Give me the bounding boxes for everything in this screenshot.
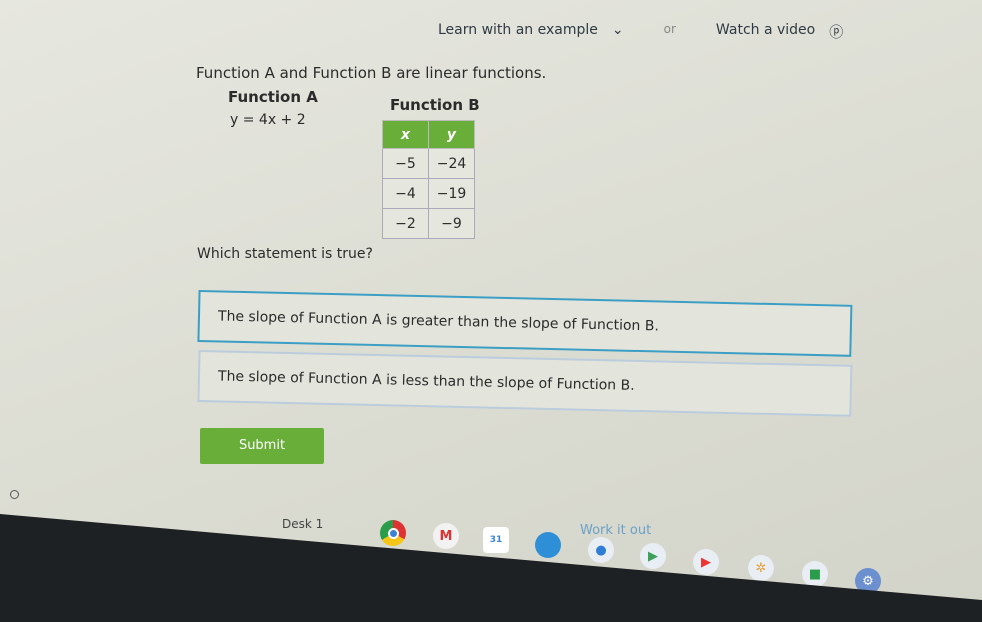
gmail-icon[interactable]: M xyxy=(433,523,459,549)
header-x: x xyxy=(382,120,429,149)
table-row: −2 −9 xyxy=(382,208,475,239)
files-icon[interactable] xyxy=(535,532,561,558)
function-a: Function A y = 4x + 2 xyxy=(228,88,318,128)
or-label: or xyxy=(663,22,676,36)
chevron-down-icon[interactable]: ⌄ xyxy=(612,22,624,42)
work-it-out-label: Work it out xyxy=(580,523,652,538)
intro-text: Function A and Function B are linear fun… xyxy=(196,64,547,82)
header-y: y xyxy=(428,120,475,149)
photos-icon[interactable]: ✲ xyxy=(748,555,774,581)
play-icon[interactable]: ⓟ xyxy=(829,22,843,42)
function-a-title: Function A xyxy=(228,88,318,106)
meet-icon[interactable]: ■ xyxy=(802,561,828,587)
function-b-table: xy −5 −24 −4 −19 −2 −9 xyxy=(382,120,475,239)
function-b: Function B xy −5 −24 −4 −19 −2 −9 xyxy=(382,96,480,239)
cell: −4 xyxy=(382,178,429,209)
calendar-icon[interactable]: 31 xyxy=(483,527,509,553)
youtube-icon[interactable]: ▶ xyxy=(693,549,719,575)
table-row: −5 −24 xyxy=(382,148,475,179)
messages-icon[interactable]: ● xyxy=(588,537,614,563)
function-a-equation: y = 4x + 2 xyxy=(230,112,306,128)
watch-video-link[interactable]: Watch a video xyxy=(716,22,815,42)
chrome-icon[interactable] xyxy=(380,520,406,546)
cell: −19 xyxy=(428,178,475,209)
cell: −9 xyxy=(428,208,475,239)
learn-with-example-link[interactable]: Learn with an example xyxy=(438,22,598,42)
cell: −24 xyxy=(428,148,475,179)
cell: −5 xyxy=(382,148,429,179)
submit-button[interactable]: Submit xyxy=(200,428,324,464)
table-row: −4 −19 xyxy=(382,178,475,209)
function-b-title: Function B xyxy=(390,96,480,114)
help-bar: Learn with an example ⌄ or Watch a video ⓟ xyxy=(438,22,843,42)
launcher-icon[interactable] xyxy=(10,490,19,499)
play-store-icon[interactable]: ▶ xyxy=(640,543,666,569)
cell: −2 xyxy=(382,208,429,239)
question-text: Which statement is true? xyxy=(197,246,373,262)
desk-label[interactable]: Desk 1 xyxy=(282,517,323,531)
